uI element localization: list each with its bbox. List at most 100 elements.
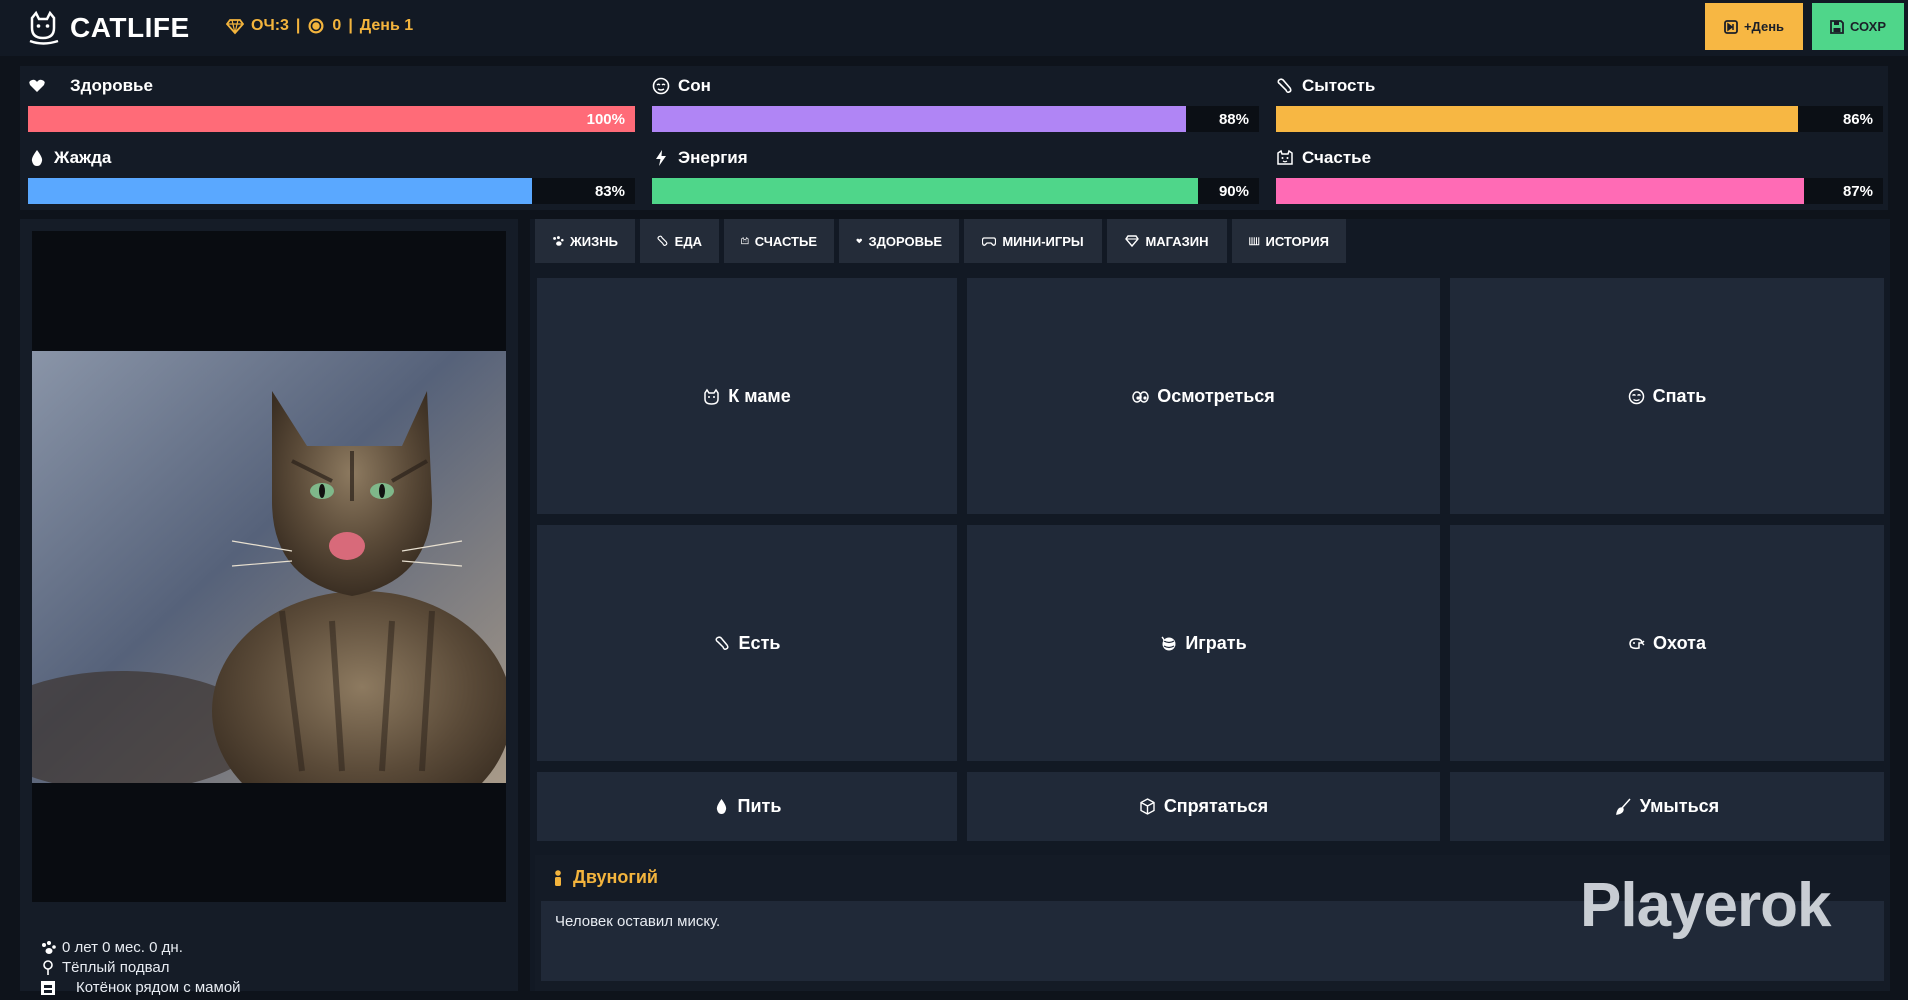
action-label: К маме: [728, 385, 791, 406]
floppy-icon: [1830, 19, 1844, 34]
food-icon: [1277, 78, 1292, 94]
cat-age: 0 лет 0 мес. 0 дн.: [62, 939, 183, 956]
stat-value: 100%: [586, 111, 625, 128]
tab-label: ИСТОРИЯ: [1265, 233, 1330, 249]
coin-icon: [308, 18, 324, 34]
hud-status: ОЧ:3 | 0 | День 1: [226, 17, 413, 35]
heart-icon: [29, 79, 45, 92]
action-label: Пить: [737, 796, 782, 816]
stat-label: Жажда: [54, 148, 112, 167]
home-icon: [41, 980, 55, 995]
status-row: Котёнок рядом с мамой: [40, 979, 241, 996]
stat-bar-fill: [1276, 178, 1805, 204]
watermark: Playerok: [1580, 871, 1832, 940]
action-look-around[interactable]: Осмотреться: [967, 278, 1440, 514]
book-icon: [1249, 237, 1260, 246]
age-row: 0 лет 0 мес. 0 дн.: [40, 939, 183, 956]
cat-icon: [704, 388, 720, 405]
stat-value: 87%: [1842, 183, 1873, 200]
event-title: Двуногий: [551, 867, 658, 888]
stat-bar: 83%: [28, 178, 635, 204]
bolt-icon: [656, 150, 666, 166]
stat-happiness: Счастье 87%: [1268, 138, 1883, 204]
stat-label: Здоровье: [70, 76, 153, 95]
stat-thirst: Жажда 83%: [20, 138, 635, 204]
tab-life[interactable]: ЖИЗНЬ: [535, 219, 635, 263]
stat-label: Энергия: [678, 148, 748, 167]
cat-profile-panel: 0 лет 0 мес. 0 дн. Тёплый подвал Котёнок…: [20, 219, 518, 996]
action-hide[interactable]: Спрятаться: [967, 772, 1440, 841]
tab-label: ЗДОРОВЬЕ: [868, 233, 942, 249]
top-bar: CATLIFE ОЧ:3 | 0 | День 1 +День СОХР: [0, 0, 1908, 56]
heart-icon: [856, 238, 863, 244]
paw-icon: [42, 940, 56, 954]
day-value: День 1: [359, 17, 414, 34]
sleep-face-icon: [652, 77, 670, 95]
tab-food[interactable]: ЕДА: [640, 219, 719, 263]
brush-icon: [1615, 798, 1631, 815]
stat-bar: 100%: [28, 106, 635, 132]
next-day-button[interactable]: +День: [1705, 3, 1803, 50]
gamepad-icon: [982, 237, 997, 246]
action-wash[interactable]: Умыться: [1450, 772, 1884, 841]
action-sleep[interactable]: Спать: [1450, 278, 1884, 514]
hud-separator: |: [348, 17, 353, 34]
tab-minigames[interactable]: МИНИ-ИГРЫ: [964, 219, 1102, 263]
tab-history[interactable]: ИСТОРИЯ: [1232, 219, 1346, 263]
points-value: ОЧ:3: [251, 17, 289, 34]
stat-value: 90%: [1218, 183, 1249, 200]
stat-label: Счастье: [1302, 148, 1372, 167]
food-icon: [715, 635, 729, 650]
action-label: Охота: [1653, 632, 1706, 653]
action-hunt[interactable]: Охота: [1450, 525, 1884, 761]
action-label: Играть: [1185, 632, 1247, 653]
paw-icon: [553, 236, 564, 246]
coins-value: 0: [332, 17, 342, 34]
skip-icon: [1724, 19, 1738, 34]
stat-bar: 87%: [1276, 178, 1883, 204]
action-label: Спрятаться: [1163, 796, 1269, 816]
stat-value: 83%: [594, 183, 625, 200]
yarn-icon: [1161, 636, 1176, 650]
action-drink[interactable]: Пить: [537, 772, 957, 841]
stat-bar-fill: [28, 106, 635, 132]
tab-shop[interactable]: МАГАЗИН: [1107, 219, 1227, 263]
stat-energy: Энергия 90%: [644, 138, 1259, 204]
stat-bar: 86%: [1276, 106, 1883, 132]
cat-face-icon: [1277, 149, 1293, 165]
tab-label: ЕДА: [674, 233, 702, 249]
tab-happiness[interactable]: СЧАСТЬЕ: [724, 219, 834, 263]
stat-value: 86%: [1842, 111, 1873, 128]
person-icon: [555, 869, 561, 886]
cat-logo-icon: [29, 10, 59, 45]
category-tabs: ЖИЗНЬ ЕДА СЧАСТЬЕ ЗДОРОВЬЕ МИНИ-ИГРЫ МАГ…: [535, 219, 1346, 263]
stat-bar-fill: [28, 178, 532, 204]
location-pin-icon: [43, 959, 53, 975]
stat-health: Здоровье 100%: [20, 66, 635, 132]
action-eat[interactable]: Есть: [537, 525, 957, 761]
cat-status: Котёнок рядом с мамой: [76, 979, 241, 996]
tab-label: МАГАЗИН: [1145, 233, 1209, 249]
tab-health[interactable]: ЗДОРОВЬЕ: [839, 219, 959, 263]
drop-icon: [716, 799, 726, 814]
cat-location: Тёплый подвал: [62, 959, 170, 976]
action-label: Осмотреться: [1157, 385, 1275, 406]
stat-satiety: Сытость 86%: [1268, 66, 1883, 132]
cat-face-icon: [741, 237, 749, 245]
stat-value: 88%: [1218, 111, 1249, 128]
save-button[interactable]: СОХР: [1812, 3, 1904, 50]
tab-label: СЧАСТЬЕ: [754, 233, 817, 249]
event-title-text: Двуногий: [573, 867, 658, 887]
next-day-label: +День: [1743, 19, 1785, 34]
cat-photo: [32, 351, 506, 783]
action-play[interactable]: Играть: [967, 525, 1440, 761]
eyes-icon: [1132, 390, 1149, 403]
action-to-mom[interactable]: К маме: [537, 278, 957, 514]
stat-bar: 90%: [652, 178, 1259, 204]
action-label: Спать: [1652, 385, 1707, 406]
cat-image: [32, 351, 506, 783]
stat-bar: 88%: [652, 106, 1259, 132]
gem-icon: [226, 19, 244, 35]
app-logo: CATLIFE: [26, 10, 190, 46]
stat-bar-fill: [652, 106, 1187, 132]
